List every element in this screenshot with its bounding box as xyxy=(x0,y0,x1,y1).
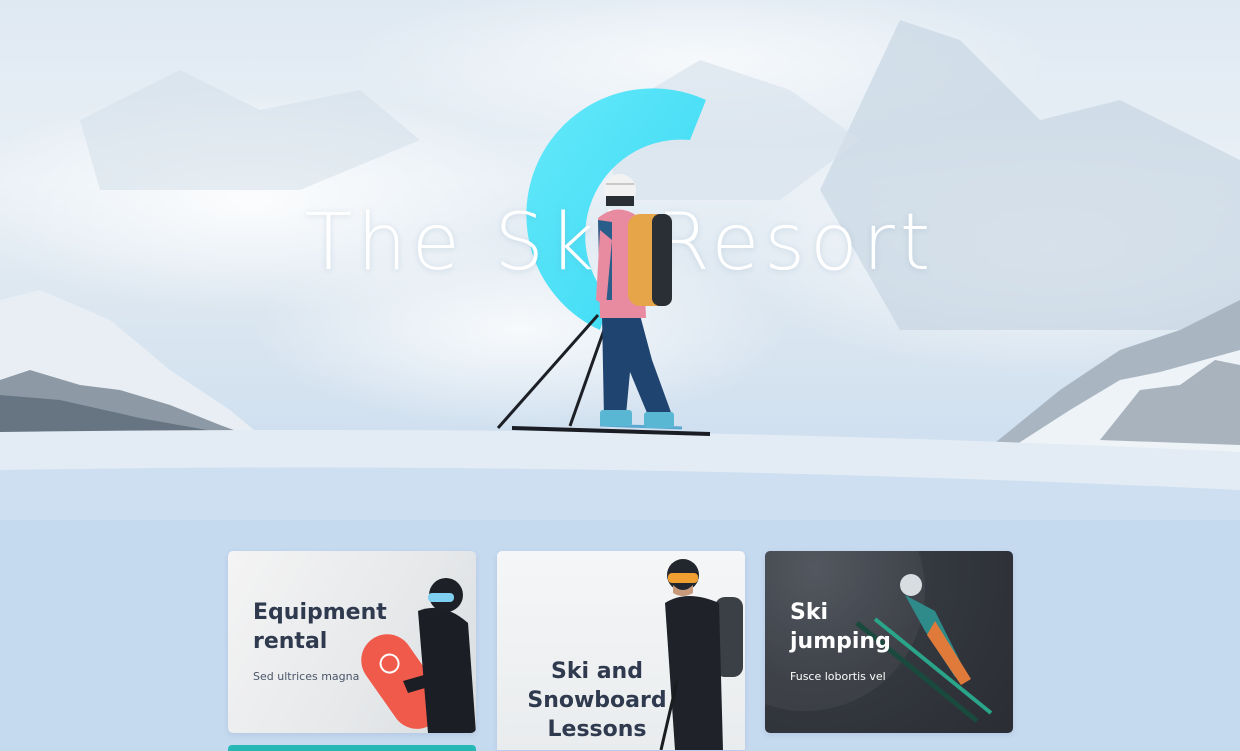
card-title: Ski and Snowboard Lessons xyxy=(527,659,667,742)
card-equipment-rental[interactable]: Equipment rental Sed ultrices magna xyxy=(228,551,476,733)
card-lessons[interactable]: Ski and Snowboard Lessons xyxy=(497,551,745,750)
skier-figure xyxy=(496,174,711,436)
card-title: Equipment rental xyxy=(253,600,387,654)
card-ski-jumping[interactable]: Ski jumping Fusce lobortis vel xyxy=(765,551,1013,733)
card-subtitle: Fusce lobortis vel xyxy=(790,670,886,683)
card-subtitle: Sed ultrices magna xyxy=(253,670,360,683)
activity-cards: Equipment rental Sed ultrices magna Ski … xyxy=(228,551,1013,751)
card-footer-accent xyxy=(228,745,476,751)
hero-section: The Ski Resort xyxy=(0,0,1240,520)
card-title: Ski jumping xyxy=(790,600,891,654)
